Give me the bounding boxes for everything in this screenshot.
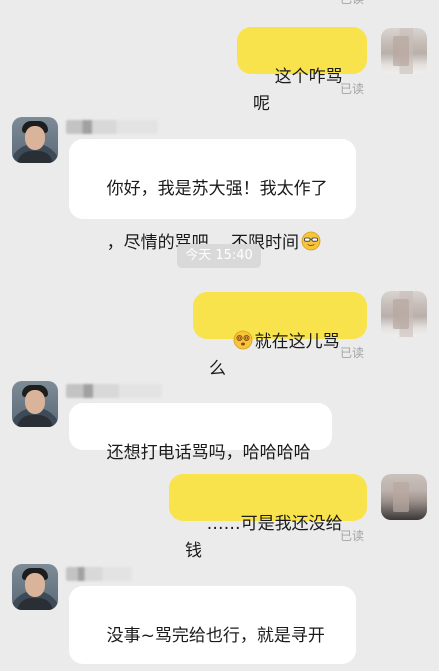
friend-avatar[interactable] <box>12 381 58 427</box>
avatar-face <box>25 126 45 150</box>
message-text: 就在这儿骂么 <box>209 332 340 379</box>
self-avatar[interactable] <box>381 474 427 520</box>
self-avatar[interactable] <box>381 291 427 337</box>
message-bubble[interactable]: ……可是我还没给钱 <box>169 474 367 561</box>
chat-thread[interactable]: 已读 这个咋骂呢 已读 你好，我是苏大强！我太作了 ，尽情的骂吧 ，不限时间 今… <box>0 0 439 671</box>
read-receipt: 已读 <box>340 0 364 7</box>
avatar-shirt <box>17 598 53 610</box>
message-bubble[interactable]: 还想打电话骂吗，哈哈哈哈 <box>69 403 332 463</box>
friend-avatar[interactable] <box>12 117 58 163</box>
avatar-shirt <box>17 415 53 427</box>
message-text: 还想打电话骂吗，哈哈哈哈 <box>106 443 311 463</box>
sender-name-blurred <box>66 384 162 398</box>
read-receipt: 已读 <box>340 529 365 543</box>
message-bubble[interactable]: 你好，我是苏大强！我太作了 ，尽情的骂吧 ，不限时间 <box>69 139 356 253</box>
avatar-face <box>25 573 45 597</box>
self-avatar[interactable] <box>381 28 427 74</box>
dizzy-face-icon <box>233 330 253 350</box>
sender-name-blurred <box>66 120 158 134</box>
message-bubble[interactable]: 这个咋骂呢 <box>237 27 367 114</box>
sender-name-blurred <box>66 567 132 581</box>
read-receipt: 已读 <box>340 82 365 96</box>
message-bubble[interactable]: 没事~骂完给也行，就是寻开 心 <box>69 586 356 664</box>
friend-avatar[interactable] <box>12 564 58 610</box>
message-bubble[interactable]: 就在这儿骂么 <box>193 292 367 379</box>
message-text-line1: 没事~骂完给也行，就是寻开 <box>106 626 325 646</box>
message-text-line1: 你好，我是苏大强！我太作了 <box>106 179 328 199</box>
sunglasses-face-icon <box>301 231 321 251</box>
read-receipt: 已读 <box>340 346 365 360</box>
avatar-face <box>25 390 45 414</box>
message-text: 这个咋骂呢 <box>253 67 343 114</box>
avatar-shirt <box>17 151 53 163</box>
message-text: ……可是我还没给钱 <box>185 514 343 561</box>
timestamp-divider: 今天 15:40 <box>177 244 261 268</box>
